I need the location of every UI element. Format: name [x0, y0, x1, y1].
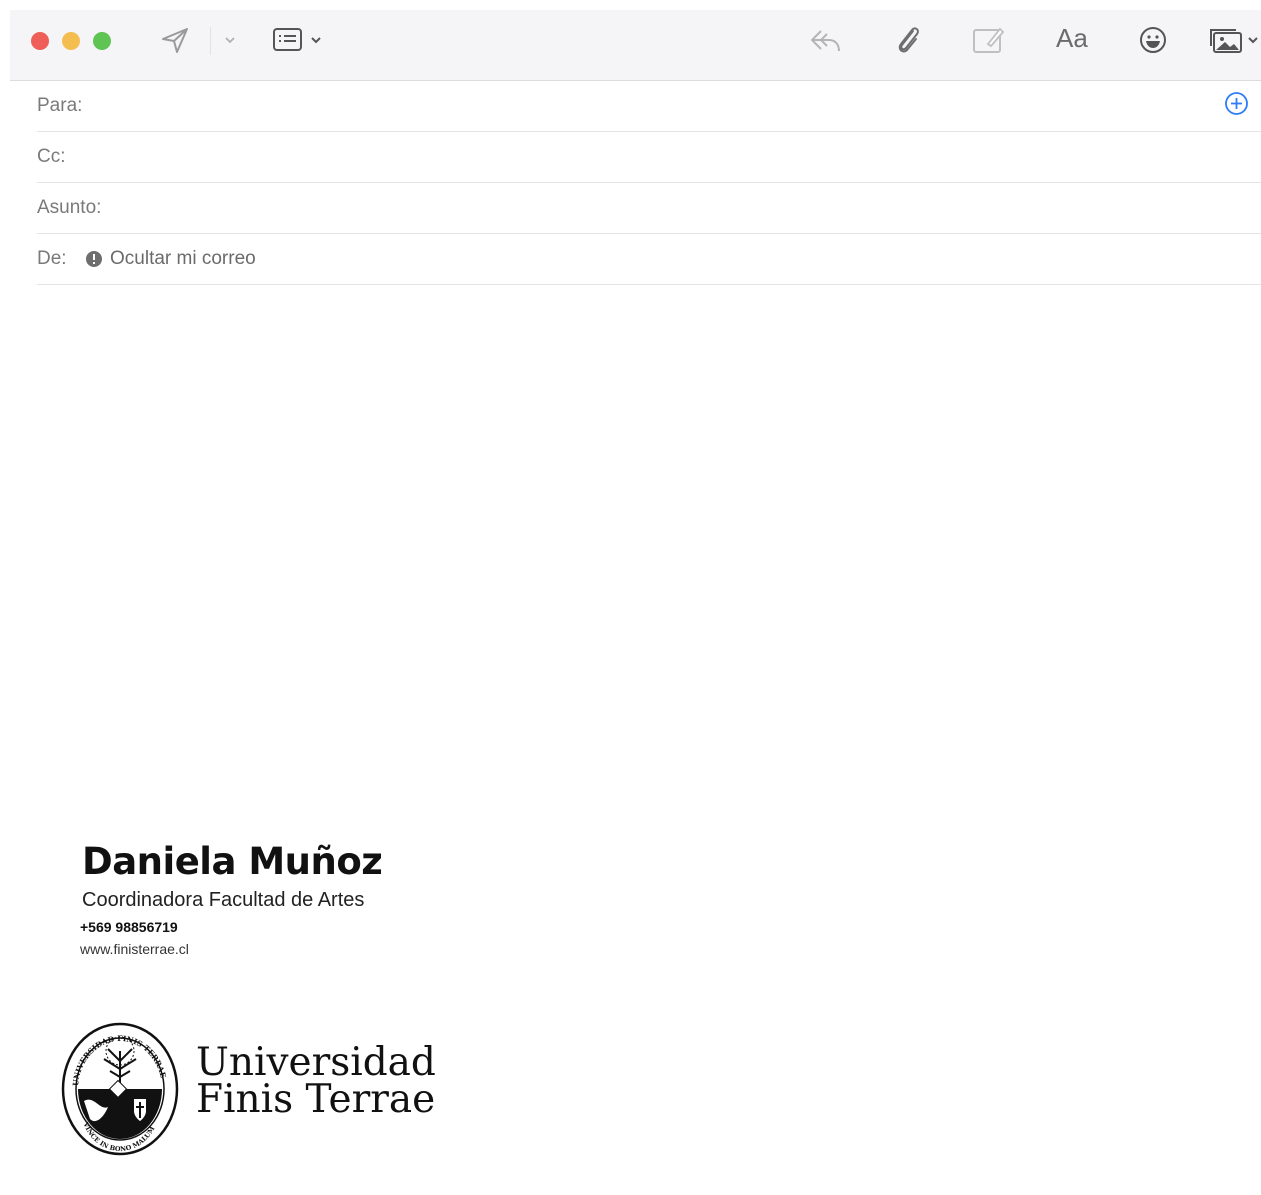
compose-toolbar: Aa [10, 10, 1261, 81]
logo-line-2: Finis Terrae [196, 1077, 436, 1122]
format-text-button[interactable]: Aa [1056, 23, 1088, 54]
signature-role: Coordinadora Facultad de Artes [82, 889, 365, 911]
signature-name: Daniela Muñoz [82, 840, 383, 883]
minimize-window-button[interactable] [62, 32, 80, 50]
subject-label: Asunto: [37, 197, 102, 218]
header-fields-icon[interactable] [272, 26, 328, 56]
markup-icon[interactable] [970, 24, 1006, 56]
paperclip-icon[interactable] [893, 23, 923, 57]
subject-field[interactable]: Asunto: [37, 183, 1261, 234]
emoji-icon[interactable] [1138, 25, 1168, 55]
message-body[interactable] [37, 285, 1261, 825]
from-field[interactable]: De: Ocultar mi correo [37, 234, 1261, 285]
from-value[interactable]: Ocultar mi correo [110, 248, 256, 270]
photo-browser-icon[interactable] [1208, 24, 1261, 56]
chevron-down-icon[interactable] [223, 34, 237, 46]
signature-website: www.finisterrae.cl [80, 941, 189, 957]
to-field[interactable]: Para: [37, 81, 1261, 132]
cc-field[interactable]: Cc: [37, 132, 1261, 183]
close-window-button[interactable] [31, 32, 49, 50]
from-label: De: [37, 248, 67, 269]
logo-line-1: Universidad [196, 1040, 436, 1085]
send-icon[interactable] [160, 25, 190, 55]
add-contact-icon[interactable] [1224, 91, 1249, 116]
to-label: Para: [37, 95, 83, 116]
toolbar-divider [210, 27, 211, 55]
info-icon [86, 251, 102, 267]
university-seal-logo: UNIVERSIDAD FINIS TERRAE VINCE IN BONO M… [61, 1022, 179, 1156]
zoom-window-button[interactable] [93, 32, 111, 50]
cc-label: Cc: [37, 146, 66, 167]
reply-icon[interactable] [809, 26, 843, 56]
signature-phone: +569 98856719 [80, 919, 178, 935]
university-name-logo: Universidad Finis Terrae [196, 1040, 436, 1122]
